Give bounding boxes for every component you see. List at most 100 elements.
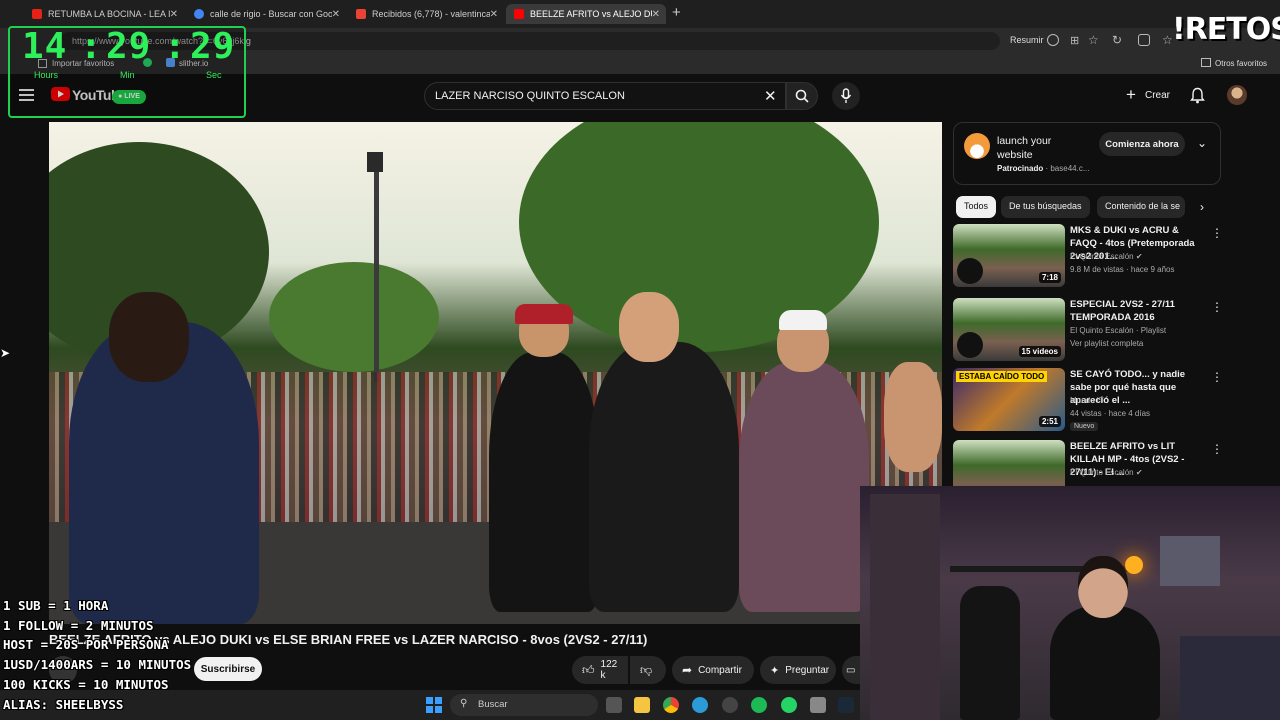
more-options-icon[interactable]: ⋮ — [1211, 226, 1223, 240]
timer-minutes: 29 — [106, 26, 152, 67]
resume-button[interactable]: Resumir — [1010, 35, 1044, 45]
stream-rules-overlay: 1 SUB = 1 HORA 1 FOLLOW = 2 MINUTOS HOST… — [3, 596, 191, 714]
ad-domain: · base44.c... — [1045, 164, 1090, 173]
file-explorer-icon[interactable] — [634, 697, 650, 713]
close-tab-icon[interactable]: ✕ — [332, 9, 340, 20]
chip-from-searches[interactable]: De tus búsquedas — [1001, 196, 1090, 218]
share-label: Compartir — [698, 664, 742, 676]
like-button[interactable]: 👍︎ 122 k — [572, 656, 628, 684]
tab-label: BEELZE AFRITO vs ALEJO DUKI ... — [530, 9, 652, 19]
whatsapp-taskbar-icon[interactable] — [781, 697, 797, 713]
rule-line: ALIAS: SHEELBYSS — [3, 696, 124, 712]
chrome-icon[interactable] — [663, 697, 679, 713]
create-button[interactable]: + Crear — [1120, 82, 1176, 110]
lamp-post — [374, 152, 379, 382]
close-tab-icon[interactable]: ✕ — [170, 9, 178, 20]
video-tree-shape — [269, 262, 439, 372]
mouse-cursor-icon: ➤ — [0, 346, 11, 360]
timer-min-label: Min — [120, 70, 135, 80]
youtube-favicon-icon — [32, 9, 42, 19]
recommendation-item[interactable]: 7:18 MKS & DUKI vs ACRU & FAQQ - 4tos (P… — [953, 224, 1223, 288]
create-label: Crear — [1145, 90, 1171, 101]
tab-label: RETUMBA LA BOCINA - LEA IN T... — [48, 9, 170, 19]
recommendation-channel[interactable]: Mundo IT — [1070, 396, 1104, 405]
gmail-favicon-icon — [356, 9, 366, 19]
dislike-button[interactable]: 👎︎ — [630, 656, 666, 684]
recommendation-meta[interactable]: Ver playlist completa — [1070, 339, 1143, 348]
webcam-overlay — [860, 486, 1280, 720]
clear-search-icon[interactable]: ✕ — [764, 87, 777, 105]
steam-icon[interactable] — [838, 697, 854, 713]
search-button[interactable] — [786, 82, 818, 110]
browser-tab-4-active[interactable]: BEELZE AFRITO vs ALEJO DUKI ... ✕ — [506, 4, 666, 24]
share-button[interactable]: ➦ Compartir — [672, 656, 754, 684]
recommendation-meta: 44 vistas · hace 4 días — [1070, 409, 1151, 418]
video-thumbnail[interactable]: 7:18 — [953, 224, 1065, 287]
more-options-icon[interactable]: ⋮ — [1211, 370, 1223, 384]
voice-search-button[interactable] — [832, 82, 860, 110]
video-person-purple — [739, 362, 869, 612]
notifications-bell-icon[interactable] — [1190, 87, 1205, 104]
recommendation-item[interactable]: ESTABA CAÍDO TODO 2:51 SE CAYÓ TODO... y… — [953, 368, 1223, 432]
ask-button[interactable]: ✦ Preguntar — [760, 656, 836, 684]
video-player[interactable] — [49, 122, 942, 624]
browser-tab-3[interactable]: Recibidos (6,778) - valentincatj1@... ✕ — [348, 4, 504, 24]
apps-icon[interactable]: ⊞ — [1070, 34, 1079, 47]
rule-line: HOST = 20S POR PERSONA — [3, 637, 169, 653]
other-bookmarks[interactable]: Otros favoritos — [1215, 59, 1267, 68]
ad-title-line1: launch your — [997, 135, 1052, 147]
sponsored-ad-card[interactable]: launch your website Patrocinado · base44… — [953, 122, 1221, 185]
rule-line: 100 KICKS = 10 MINUTOS — [3, 676, 169, 692]
recommendation-channel[interactable]: El Quinto Escalón · Playlist — [1070, 326, 1166, 335]
recommendation-channel[interactable]: El Quinto Escalón ✔ — [1070, 252, 1143, 261]
save-button[interactable]: ▭ — [842, 656, 860, 684]
edge-icon[interactable] — [692, 697, 708, 713]
subscribe-button[interactable]: Suscribirse — [194, 657, 262, 681]
verified-icon: ✔ — [1135, 252, 1143, 261]
retos-logo: !RETOS — [1172, 12, 1280, 47]
countdown-timer-overlay: 14 : 29 : 29 Hours Min Sec — [8, 26, 246, 118]
spotify-icon[interactable] — [751, 697, 767, 713]
new-tab-icon[interactable]: + — [672, 4, 681, 21]
clock-app-icon[interactable] — [722, 697, 738, 713]
recommendation-item[interactable]: 15 videos ESPECIAL 2VS2 - 27/11 TEMPORAD… — [953, 298, 1223, 362]
ad-cta-button[interactable]: Comienza ahora — [1099, 132, 1185, 156]
chip-all[interactable]: Todos — [956, 196, 997, 218]
thumbnail-caption: ESTABA CAÍDO TODO — [956, 371, 1048, 382]
calculator-icon[interactable] — [810, 697, 826, 713]
close-tab-icon[interactable]: ✕ — [652, 9, 660, 20]
webcam-lamp — [1125, 556, 1143, 574]
duration-badge: 7:18 — [1038, 272, 1061, 283]
video-thumbnail[interactable]: ESTABA CAÍDO TODO 2:51 — [953, 368, 1065, 431]
task-view-icon[interactable] — [606, 697, 622, 713]
video-person-black — [489, 352, 599, 612]
timer-hours: 14 — [22, 26, 68, 67]
refresh-icon[interactable]: ↻ — [1112, 33, 1122, 47]
channel-name: El Quinto Escalón — [1070, 252, 1134, 261]
windows-start-icon[interactable] — [426, 697, 442, 713]
search-icon: ⚲ — [460, 698, 468, 709]
channel-badge-icon — [957, 258, 983, 284]
avatar[interactable] — [1227, 85, 1247, 105]
chevron-right-icon[interactable]: › — [1200, 200, 1204, 214]
extensions-icon[interactable] — [1138, 34, 1150, 46]
rule-line: 1USD/1400ARS = 10 MINUTOS — [3, 657, 192, 673]
like-count: 122 k — [600, 659, 618, 681]
playlist-thumbnail[interactable]: 15 videos — [953, 298, 1065, 361]
recommendation-channel[interactable]: El Quinto Escalón ✔ — [1070, 468, 1143, 477]
recommendation-title[interactable]: ESPECIAL 2VS2 - 27/11 TEMPORADA 2016 — [1070, 298, 1206, 324]
more-options-icon[interactable]: ⋮ — [1211, 442, 1223, 456]
more-options-icon[interactable]: ⋮ — [1211, 300, 1223, 314]
taskbar-search-text: Buscar — [478, 699, 508, 710]
thumbs-down-icon: 👎︎ — [640, 662, 653, 677]
browser-tab-1[interactable]: RETUMBA LA BOCINA - LEA IN T... ✕ — [24, 4, 184, 24]
taskbar-search[interactable]: ⚲ Buscar — [450, 694, 598, 716]
browser-tab-2[interactable]: calle de rigio - Buscar con Google ✕ — [186, 4, 346, 24]
star-icon[interactable]: ☆ — [1088, 33, 1099, 47]
tab-label: calle de rigio - Buscar con Google — [210, 9, 332, 19]
video-person-head — [109, 292, 189, 382]
close-tab-icon[interactable]: ✕ — [490, 9, 498, 20]
chip-content[interactable]: Contenido de la se — [1097, 196, 1185, 218]
search-input[interactable]: LAZER NARCISO QUINTO ESCALON — [424, 82, 786, 110]
chevron-down-icon[interactable]: ⌄ — [1197, 136, 1207, 150]
